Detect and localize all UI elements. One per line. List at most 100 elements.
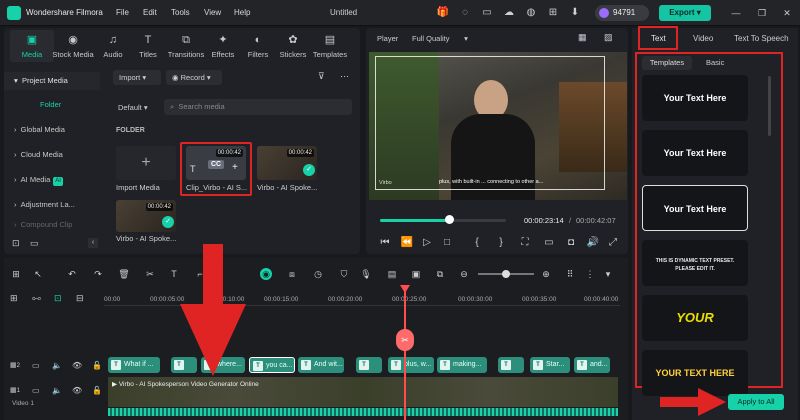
credits-badge[interactable]: 94791 (595, 5, 649, 21)
menu-file[interactable]: File (116, 8, 129, 17)
search-input[interactable]: ⌕ Search media (164, 99, 352, 115)
minimize-icon[interactable]: — (730, 7, 742, 19)
progress-track[interactable] (380, 219, 506, 222)
apply-to-all-button[interactable]: Apply to All (728, 394, 784, 410)
sidebar-item-folder[interactable]: Folder (4, 96, 100, 114)
lightbulb-icon[interactable]: ◌ (458, 6, 472, 20)
clip-virbo-thumbnail[interactable]: 00:00:42 T CC + (186, 146, 246, 180)
ripple-icon[interactable]: ⊟ (76, 293, 84, 304)
import-button[interactable]: Import ▾ (113, 70, 161, 85)
more-icon[interactable]: ⋯ (340, 71, 349, 82)
track-lock-icon[interactable]: ▭ (32, 361, 40, 370)
quality-dropdown[interactable]: Full Quality ▾ (412, 34, 468, 43)
menu-help[interactable]: Help (234, 8, 250, 17)
subtab-templates[interactable]: Templates (642, 56, 692, 70)
monitor-icon[interactable]: ▭ (480, 6, 494, 20)
stop-icon[interactable]: □ (440, 236, 454, 250)
scrollbar[interactable] (768, 76, 771, 136)
template-item-1[interactable]: Your Text Here (642, 75, 748, 121)
select-tool-icon[interactable]: ↖ (32, 268, 44, 280)
download-icon[interactable]: ⬇ (568, 6, 582, 20)
track-visibility-icon[interactable]: 👁 (72, 361, 82, 370)
zoom-slider-handle[interactable] (502, 270, 510, 278)
tab-text-to-speech[interactable]: Text To Speech (734, 34, 789, 43)
subtab-basic[interactable]: Basic (706, 58, 724, 67)
headset-icon[interactable]: ◍ (524, 6, 538, 20)
track-lock-2-icon[interactable]: 🔓 (92, 386, 102, 395)
playhead[interactable] (404, 287, 406, 420)
text-clip[interactable]: T And wit... (298, 357, 344, 373)
cut-icon[interactable]: ✂ (144, 268, 156, 280)
gift-icon[interactable]: 🎁 (436, 6, 450, 20)
maximize-icon[interactable]: ❐ (756, 7, 768, 19)
add-track-icon[interactable]: ⊞ (10, 293, 18, 304)
microphone-icon[interactable]: 🎙 (360, 268, 372, 280)
virbo-clip-thumbnail-1[interactable]: 00:00:42 ✓ (257, 146, 317, 180)
virbo-clip-thumbnail-2[interactable]: 00:00:42 ✓ (116, 200, 176, 232)
add-icon[interactable]: + (232, 162, 238, 173)
play-icon[interactable]: ▷ (420, 236, 434, 250)
template-item-3[interactable]: Your Text Here (642, 185, 748, 231)
track-lock-2-icon[interactable]: 🔓 (92, 361, 102, 370)
tab-text[interactable]: Text (651, 34, 666, 43)
prev-frame-icon[interactable]: ⏮ (378, 236, 392, 250)
split-scissors-icon[interactable]: ✂ (396, 329, 414, 351)
zoom-fit-icon[interactable]: ⤢ (606, 236, 620, 250)
fullscreen-icon[interactable]: ⛶ (518, 236, 532, 250)
delete-icon[interactable]: 🗑 (118, 268, 130, 280)
magnet-icon[interactable]: ⊡ (54, 293, 62, 304)
folder-icon[interactable]: ▭ (30, 238, 39, 249)
text-clip[interactable]: T Star... (530, 357, 570, 373)
zoom-in-icon[interactable]: ⊕ (540, 268, 552, 280)
camera-tool-icon[interactable]: ⧈ (286, 268, 298, 280)
ai-tool-icon[interactable]: ◉ (260, 268, 272, 280)
sort-dropdown[interactable]: Default ▾ (118, 103, 148, 112)
sidebar-item-project-media[interactable]: ▾ Project Media (4, 72, 100, 90)
mark-in-icon[interactable]: { (470, 236, 484, 250)
snapshot-icon[interactable]: ▨ (604, 32, 613, 43)
split-layout-icon[interactable]: ⊞ (10, 268, 22, 280)
link-icon[interactable]: ⧟ (32, 293, 41, 304)
text-clip[interactable]: T (498, 357, 524, 373)
track-lock-icon[interactable]: ▭ (32, 386, 40, 395)
sidebar-item-compound-clip[interactable]: › Compound Clip (4, 220, 100, 230)
undo-icon[interactable]: ↶ (66, 268, 78, 280)
grid-icon[interactable]: ⊞ (546, 6, 560, 20)
import-media-tile[interactable]: + (116, 146, 176, 180)
step-back-icon[interactable]: ⏪ (400, 236, 414, 250)
filter-icon[interactable]: ⊽ (318, 71, 325, 82)
new-folder-icon[interactable]: ⊡ (12, 238, 20, 249)
menu-view[interactable]: View (204, 8, 221, 17)
text-clip[interactable]: Tyou ca... (249, 357, 295, 373)
sidebar-item-cloud-media[interactable]: › Cloud Media (4, 146, 100, 164)
speed-icon[interactable]: ◷ (312, 268, 324, 280)
text-clip[interactable]: Tand... (574, 357, 610, 373)
snapshot-tool-icon[interactable]: ▣ (410, 268, 422, 280)
mark-out-icon[interactable]: } (494, 236, 508, 250)
text-tool-icon[interactable]: T (168, 268, 180, 280)
text-clip[interactable]: Tplus, w... (388, 357, 434, 373)
cloud-upload-icon[interactable]: ☁ (502, 6, 516, 20)
close-icon[interactable]: ✕ (781, 7, 793, 19)
template-item-4[interactable]: THIS IS DYNAMIC TEXT PRESET. PLEASE EDIT… (642, 240, 748, 286)
collapse-sidebar-icon[interactable]: ‹ (88, 238, 98, 248)
monitor-display-icon[interactable]: ▭ (542, 236, 556, 250)
sidebar-item-global-media[interactable]: › Global Media (4, 121, 100, 139)
volume-icon[interactable]: 🔊 (586, 236, 600, 250)
voiceover-icon[interactable]: ▤ (386, 268, 398, 280)
track-audio-icon[interactable]: 🔈 (52, 386, 62, 395)
grid-view-icon[interactable]: ▦ (578, 32, 587, 43)
sidebar-item-adjustment-layer[interactable]: › Adjustment La... (4, 196, 100, 214)
camera-icon[interactable]: ◘ (564, 236, 578, 250)
zoom-out-icon[interactable]: ⊖ (458, 268, 470, 280)
sidebar-item-ai-media[interactable]: › AI Media AI (4, 171, 100, 189)
picture-in-picture-icon[interactable]: ⧉ (434, 268, 446, 280)
tab-video[interactable]: Video (693, 34, 713, 43)
tab-stock-media[interactable]: ◉ Stock Media (51, 33, 95, 59)
export-button[interactable]: Export ▾ (659, 5, 711, 21)
track-audio-icon[interactable]: 🔈 (52, 361, 62, 370)
video-clip[interactable]: ▶ Virbo - AI Spokesperson Video Generato… (108, 377, 618, 407)
track-visibility-icon[interactable]: 👁 (72, 386, 82, 395)
tab-templates[interactable]: ▤ Templates (308, 33, 352, 59)
redo-icon[interactable]: ↷ (92, 268, 104, 280)
